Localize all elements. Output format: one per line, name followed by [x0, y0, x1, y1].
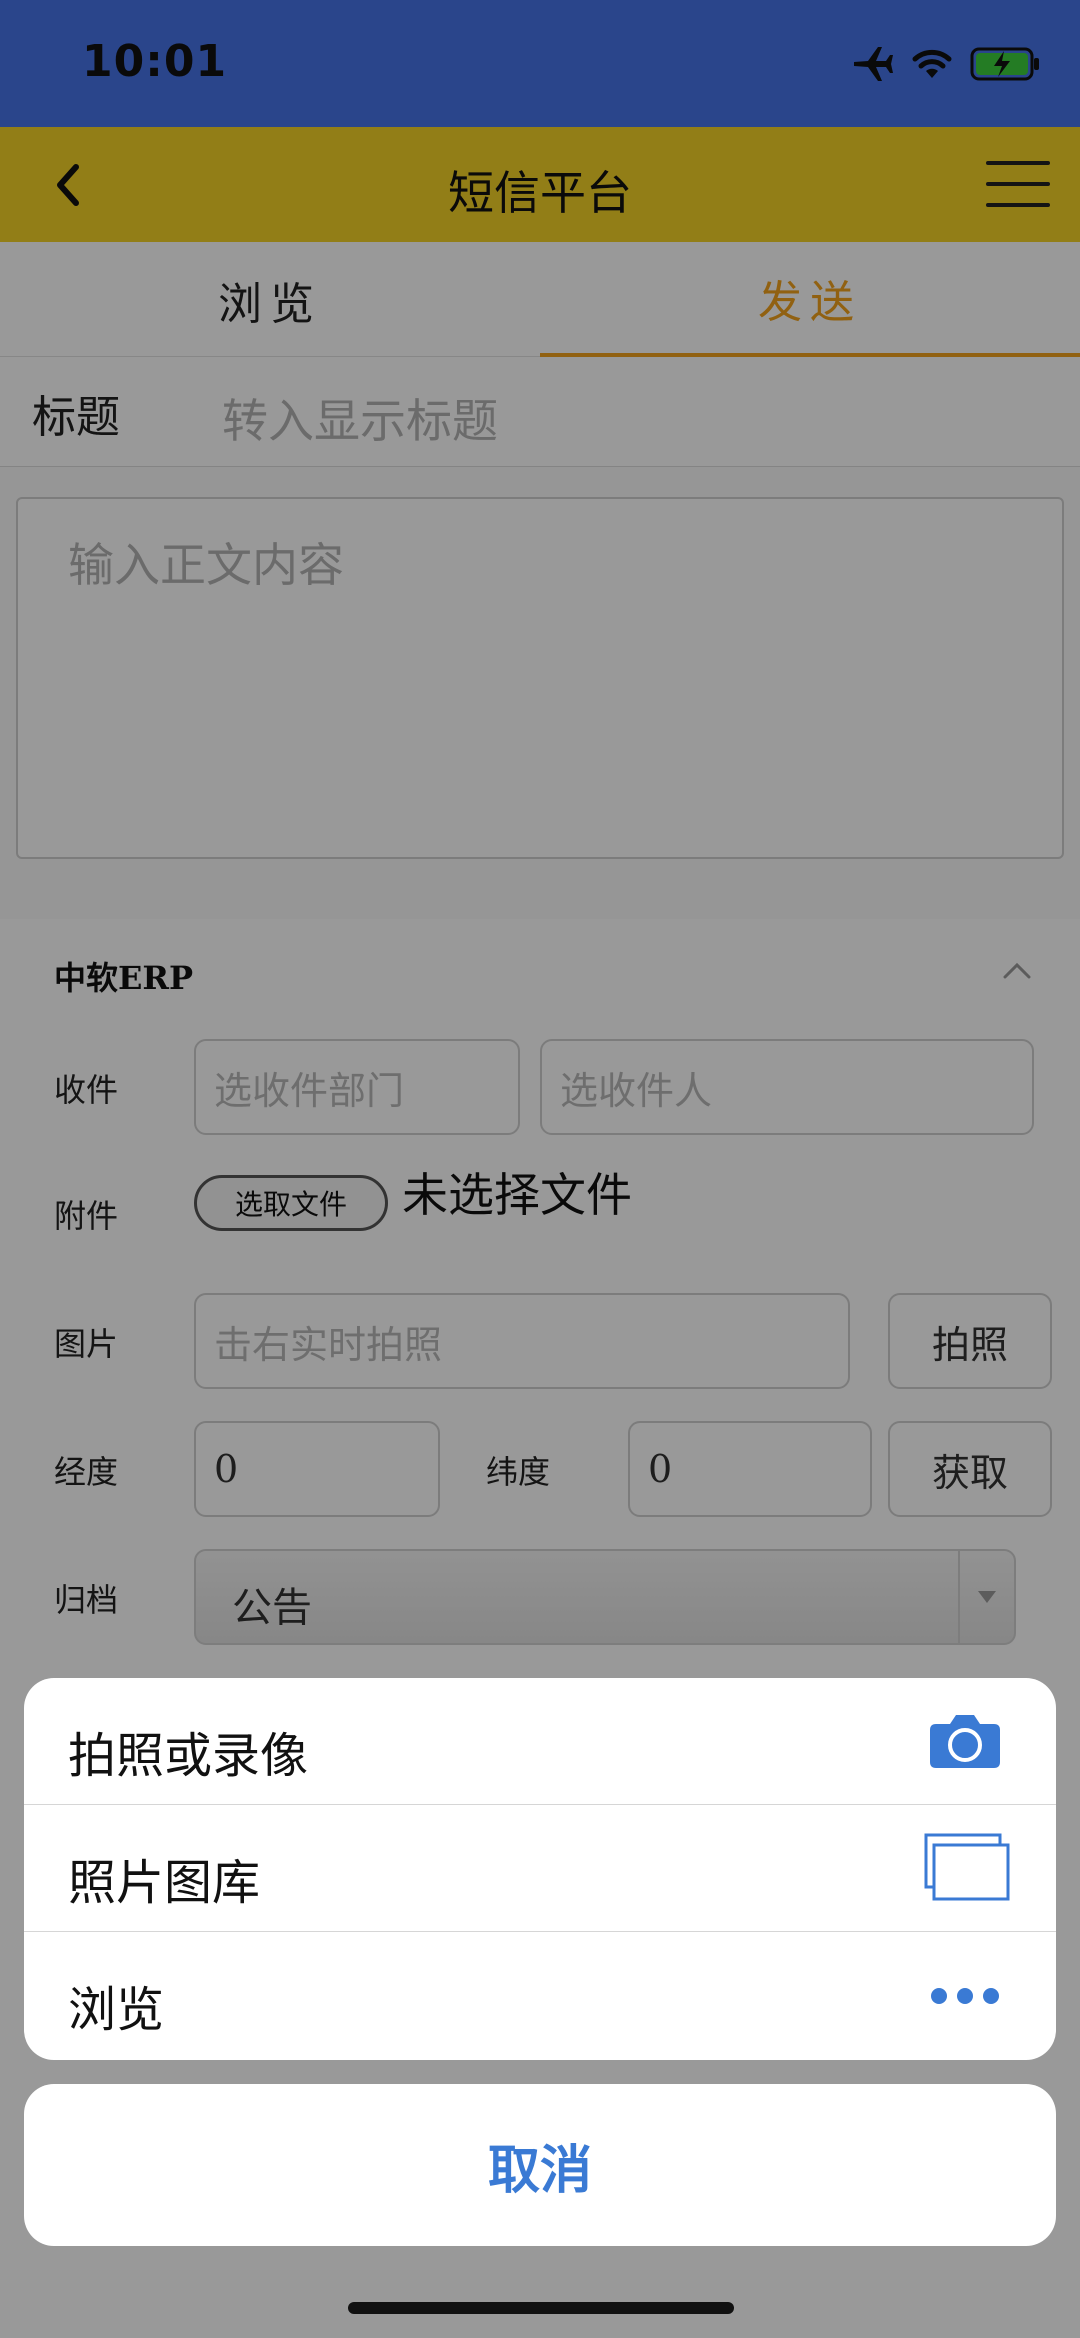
cancel-button[interactable]: 取消 [24, 2084, 1056, 2246]
browse-option[interactable]: 浏览 [24, 1932, 1056, 2059]
more-dots-icon [931, 1988, 999, 2004]
sheet-item-label: 照片图库 [68, 1855, 261, 1911]
photo-library-icon [924, 1833, 1010, 1901]
photo-library-option[interactable]: 照片图库 [24, 1805, 1056, 1932]
sheet-item-label: 拍照或录像 [68, 1728, 309, 1784]
take-photo-or-video-option[interactable]: 拍照或录像 [24, 1678, 1056, 1805]
home-indicator[interactable] [348, 2302, 734, 2314]
screen: 10:01 短信平台 浏览 发送 标题 转入显示标题 输入正文内容 中软ERP … [0, 0, 1080, 2338]
sheet-item-label: 浏览 [68, 1982, 165, 2038]
action-sheet: 拍照或录像 照片图库 浏览 [24, 1678, 1056, 2060]
camera-icon [930, 1715, 1000, 1768]
